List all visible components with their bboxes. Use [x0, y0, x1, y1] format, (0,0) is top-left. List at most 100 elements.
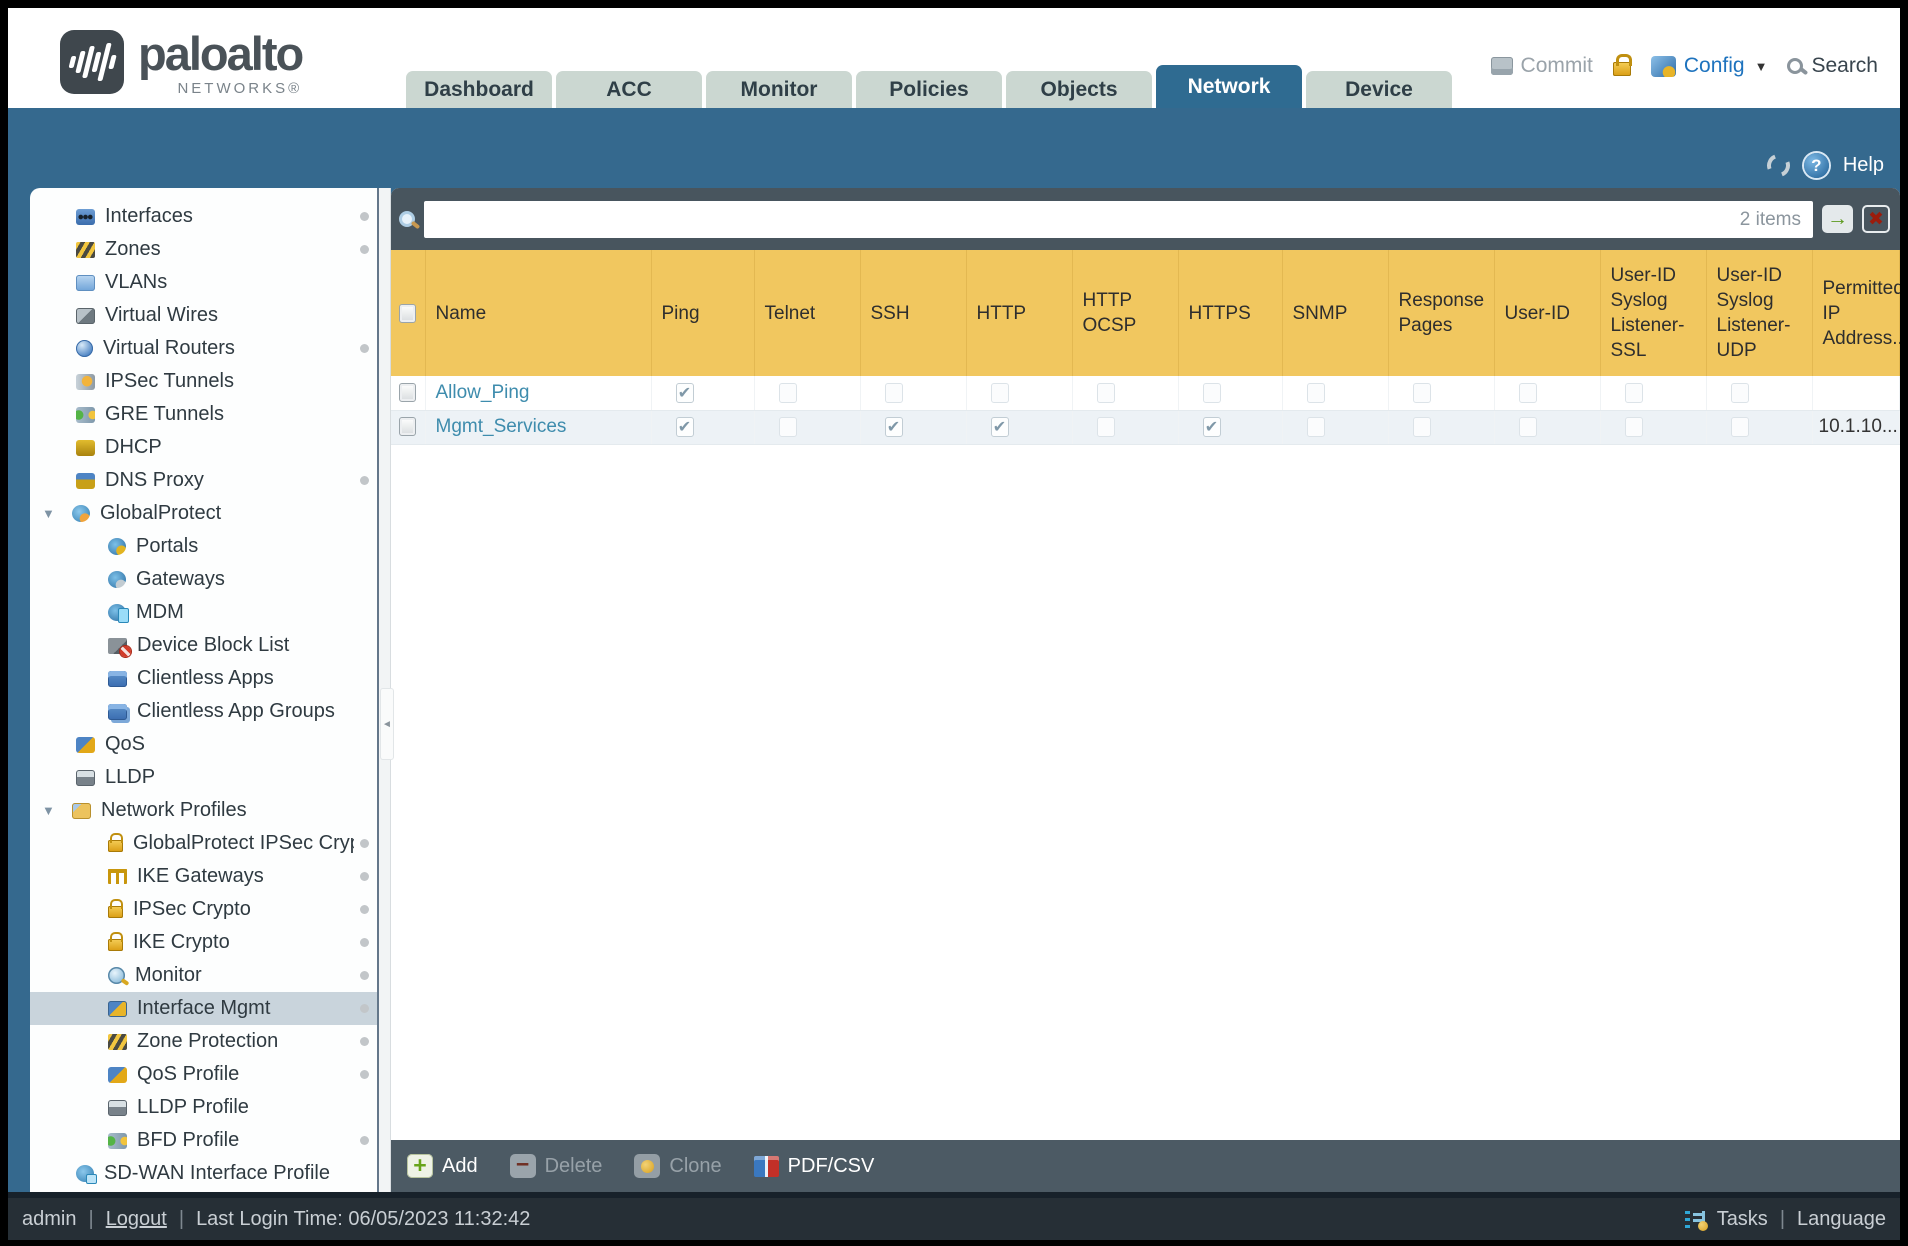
- sidebar-item-interface-mgmt[interactable]: Interface Mgmt: [30, 992, 377, 1025]
- collapse-sidebar-handle[interactable]: ◄: [380, 688, 394, 760]
- mdm-icon: [108, 604, 129, 623]
- qos-icon: [76, 736, 95, 753]
- column-header-http[interactable]: HTTP: [966, 250, 1073, 376]
- column-header-ssh[interactable]: SSH: [860, 250, 967, 376]
- column-header-response-pages[interactable]: Response Pages: [1388, 250, 1495, 376]
- row-select-cell: [391, 410, 426, 445]
- sidebar-item-ike-gateways[interactable]: IKE Gateways: [30, 860, 377, 893]
- sidebar-item-mdm[interactable]: MDM: [30, 596, 377, 629]
- checkbox-unchecked-icon: [1624, 382, 1643, 403]
- tab-policies[interactable]: Policies: [856, 71, 1002, 108]
- column-header-https[interactable]: HTTPS: [1178, 250, 1283, 376]
- sidebar-item-dns-proxy[interactable]: DNS Proxy: [30, 464, 377, 497]
- lock-icon[interactable]: [1612, 54, 1632, 76]
- tasks-button[interactable]: Tasks: [1717, 1208, 1768, 1231]
- apply-filter-button[interactable]: →: [1822, 205, 1853, 233]
- sidebar-item-dhcp[interactable]: DHCP: [30, 431, 377, 464]
- sidebar-item-monitor[interactable]: Monitor: [30, 959, 377, 992]
- lock-icon: [108, 833, 123, 852]
- pdf-csv-button[interactable]: PDF/CSV: [753, 1155, 874, 1178]
- clientless-apps-icon: [108, 670, 127, 687]
- tab-dashboard[interactable]: Dashboard: [406, 71, 552, 108]
- column-header-telnet[interactable]: Telnet: [754, 250, 861, 376]
- clear-filter-button[interactable]: ✖: [1862, 205, 1890, 233]
- column-header-snmp[interactable]: SNMP: [1282, 250, 1389, 376]
- profile-name-link[interactable]: Allow_Ping: [436, 382, 530, 403]
- sidebar-item-interfaces[interactable]: Interfaces: [30, 200, 377, 233]
- column-header-user-id[interactable]: User-ID: [1494, 250, 1601, 376]
- service-check-cell: [1600, 376, 1707, 411]
- select-all-checkbox[interactable]: [399, 303, 416, 323]
- tab-monitor[interactable]: Monitor: [706, 71, 852, 108]
- status-dot: [360, 905, 369, 914]
- config-menu-button[interactable]: Config ▼: [1650, 54, 1767, 78]
- sidebar-item-virtual-routers[interactable]: Virtual Routers: [30, 332, 377, 365]
- sidebar-item-clientless-app-groups[interactable]: Clientless App Groups: [30, 695, 377, 728]
- sidebar-item-zone-protection[interactable]: Zone Protection: [30, 1025, 377, 1058]
- sidebar-item-globalprotect[interactable]: ▼ GlobalProtect: [30, 497, 377, 530]
- paloalto-logo-text: paloalto NETWORKS®: [138, 30, 304, 97]
- column-header-user-id-syslog-listener-ssl[interactable]: User-ID Syslog Listener-SSL: [1600, 250, 1707, 376]
- panel-splitter[interactable]: ◄: [379, 188, 394, 1192]
- tab-acc[interactable]: ACC: [556, 71, 702, 108]
- sidebar-item-gre-tunnels[interactable]: GRE Tunnels: [30, 398, 377, 431]
- sidebar-item-label: IPSec Crypto: [133, 898, 251, 920]
- separator: |: [178, 1207, 185, 1230]
- sidebar-item-gateways[interactable]: Gateways: [30, 563, 377, 596]
- column-header-permitted-ip-address[interactable]: Permitted IP Address...: [1812, 250, 1900, 376]
- sidebar-item-virtual-wires[interactable]: Virtual Wires: [30, 299, 377, 332]
- content-panel: 2 items → ✖ Name Ping Telnet SSH HTTP HTTP OC…: [391, 188, 1900, 1192]
- add-button[interactable]: Add: [407, 1154, 478, 1178]
- sidebar-item-sd-wan-interface-profile[interactable]: SD-WAN Interface Profile: [30, 1157, 377, 1190]
- expander-triangle-icon[interactable]: ▼: [42, 803, 72, 818]
- tab-objects[interactable]: Objects: [1006, 71, 1152, 108]
- status-dot: [360, 245, 369, 254]
- permitted-ip-cell: 10.1.10...: [1812, 410, 1900, 445]
- row-checkbox[interactable]: [399, 417, 416, 437]
- column-header-http-ocsp[interactable]: HTTP OCSP: [1072, 250, 1179, 376]
- tab-device[interactable]: Device: [1306, 71, 1452, 108]
- sidebar-item-ipsec-tunnels[interactable]: IPSec Tunnels: [30, 365, 377, 398]
- sidebar-item-globalprotect-ipsec-crypto[interactable]: GlobalProtect IPSec Crypto: [30, 827, 377, 860]
- global-search-button[interactable]: Search: [1787, 54, 1878, 78]
- sidebar-item-qos-profile[interactable]: QoS Profile: [30, 1058, 377, 1091]
- service-check-cell: [1178, 376, 1283, 411]
- help-icon[interactable]: [1803, 153, 1829, 178]
- checkbox-unchecked-icon: [1730, 382, 1749, 403]
- tab-bar: Dashboard ACC Monitor Policies Objects Networ…: [406, 65, 1452, 108]
- column-header-ping[interactable]: Ping: [651, 250, 755, 376]
- tab-network[interactable]: Network: [1156, 65, 1302, 108]
- sub-header-band: Help: [8, 108, 1900, 188]
- sidebar-item-network-profiles[interactable]: ▼ Network Profiles: [30, 794, 377, 827]
- sidebar-item-label: IPSec Tunnels: [105, 370, 234, 392]
- sidebar-item-ike-crypto[interactable]: IKE Crypto: [30, 926, 377, 959]
- column-header-name[interactable]: Name: [425, 250, 652, 376]
- sidebar-item-device-block-list[interactable]: Device Block List: [30, 629, 377, 662]
- help-label[interactable]: Help: [1843, 154, 1884, 177]
- language-button[interactable]: Language: [1797, 1208, 1886, 1231]
- sidebar-item-zones[interactable]: Zones: [30, 233, 377, 266]
- filter-input[interactable]: [424, 200, 1813, 238]
- sidebar-item-bfd-profile[interactable]: BFD Profile: [30, 1124, 377, 1157]
- bfd-profile-icon: [108, 1132, 127, 1149]
- column-header-user-id-syslog-listener-udp[interactable]: User-ID Syslog Listener-UDP: [1706, 250, 1813, 376]
- status-dot: [360, 1136, 369, 1145]
- expander-triangle-icon[interactable]: ▼: [42, 506, 72, 521]
- checkbox-unchecked-icon: [884, 382, 903, 403]
- refresh-icon[interactable]: [1763, 150, 1794, 181]
- commit-button[interactable]: Commit: [1490, 54, 1593, 78]
- row-checkbox[interactable]: [399, 383, 416, 403]
- sidebar-item-ipsec-crypto[interactable]: IPSec Crypto: [30, 893, 377, 926]
- sidebar-item-label: IKE Gateways: [137, 865, 264, 887]
- sidebar-item-qos[interactable]: QoS: [30, 728, 377, 761]
- network-profiles-icon: [72, 802, 91, 819]
- logout-link[interactable]: Logout: [106, 1208, 167, 1231]
- sidebar-item-clientless-apps[interactable]: Clientless Apps: [30, 662, 377, 695]
- sidebar-item-lldp-profile[interactable]: LLDP Profile: [30, 1091, 377, 1124]
- separator: |: [1779, 1207, 1786, 1230]
- profile-name-link[interactable]: Mgmt_Services: [436, 416, 567, 437]
- sidebar-item-portals[interactable]: Portals: [30, 530, 377, 563]
- interfaces-icon: [76, 208, 95, 225]
- sidebar-item-lldp[interactable]: LLDP: [30, 761, 377, 794]
- sidebar-item-vlans[interactable]: VLANs: [30, 266, 377, 299]
